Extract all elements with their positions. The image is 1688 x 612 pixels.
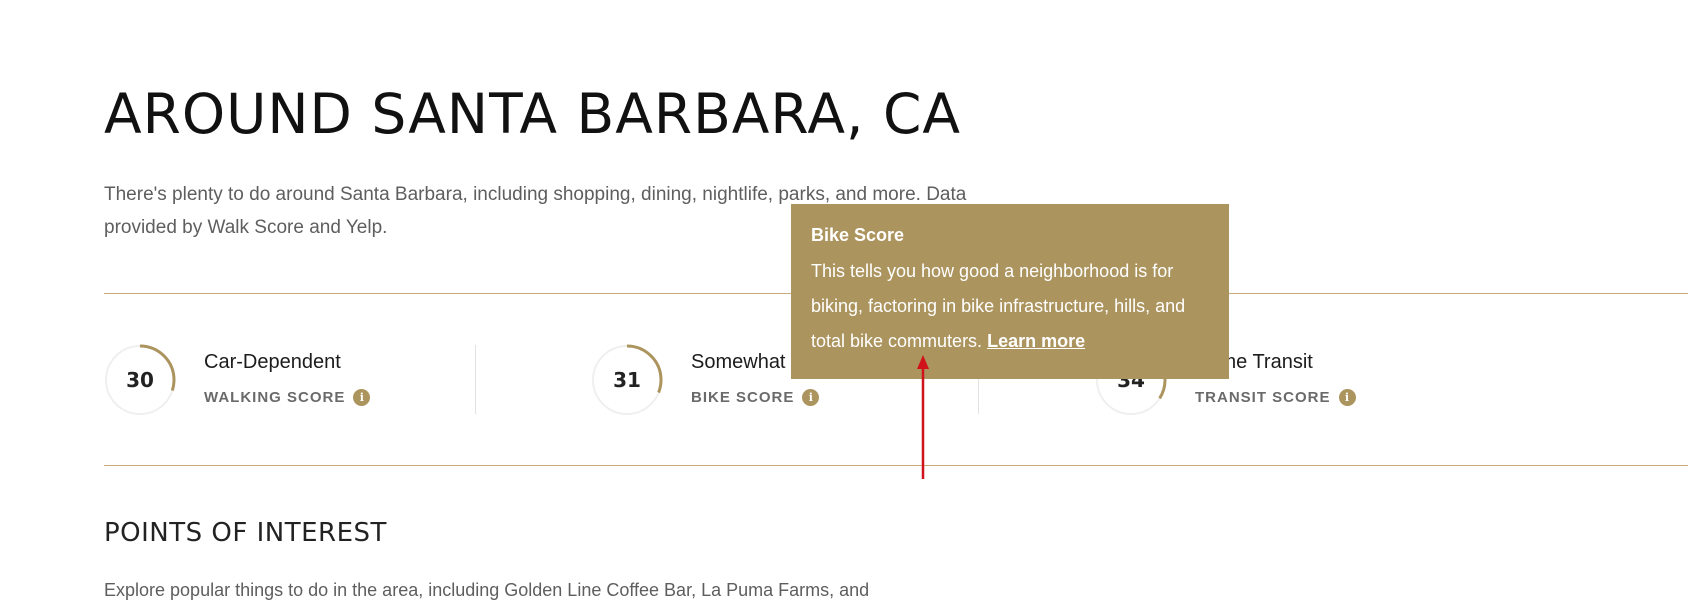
bike-score-ring: 31	[591, 344, 663, 416]
learn-more-link[interactable]: Learn more	[987, 331, 1085, 351]
bike-score-tooltip: Bike Score This tells you how good a nei…	[791, 204, 1229, 379]
transit-score-type: TRANSIT SCORE i	[1195, 389, 1356, 406]
transit-score-label: TRANSIT SCORE	[1195, 389, 1331, 406]
score-divider	[475, 345, 476, 414]
bike-score-value: 31	[613, 368, 641, 392]
info-icon[interactable]: i	[802, 389, 820, 406]
walk-score-label: WALKING SCORE	[204, 389, 346, 406]
red-arrow-icon	[917, 355, 929, 479]
walk-score-ring: 30	[104, 344, 176, 416]
divider-bottom	[104, 465, 1688, 466]
page-title: AROUND SANTA BARBARA, CA	[104, 82, 962, 146]
info-icon[interactable]: i	[1338, 389, 1356, 406]
tooltip-title: Bike Score	[811, 225, 905, 245]
bike-score-type: BIKE SCORE i	[691, 389, 820, 406]
walk-score-name: Car-Dependent	[204, 351, 341, 373]
walk-score-type: WALKING SCORE i	[204, 389, 371, 406]
points-of-interest-description: Explore popular things to do in the area…	[104, 580, 870, 600]
points-of-interest-title: POINTS OF INTEREST	[104, 518, 387, 548]
tooltip-body: This tells you how good a neighborhood i…	[811, 254, 1209, 359]
walk-score-value: 30	[126, 368, 154, 392]
info-icon[interactable]: i	[353, 389, 371, 406]
bike-score-label: BIKE SCORE	[691, 389, 795, 406]
page: AROUND SANTA BARBARA, CA There's plenty …	[0, 0, 1688, 612]
